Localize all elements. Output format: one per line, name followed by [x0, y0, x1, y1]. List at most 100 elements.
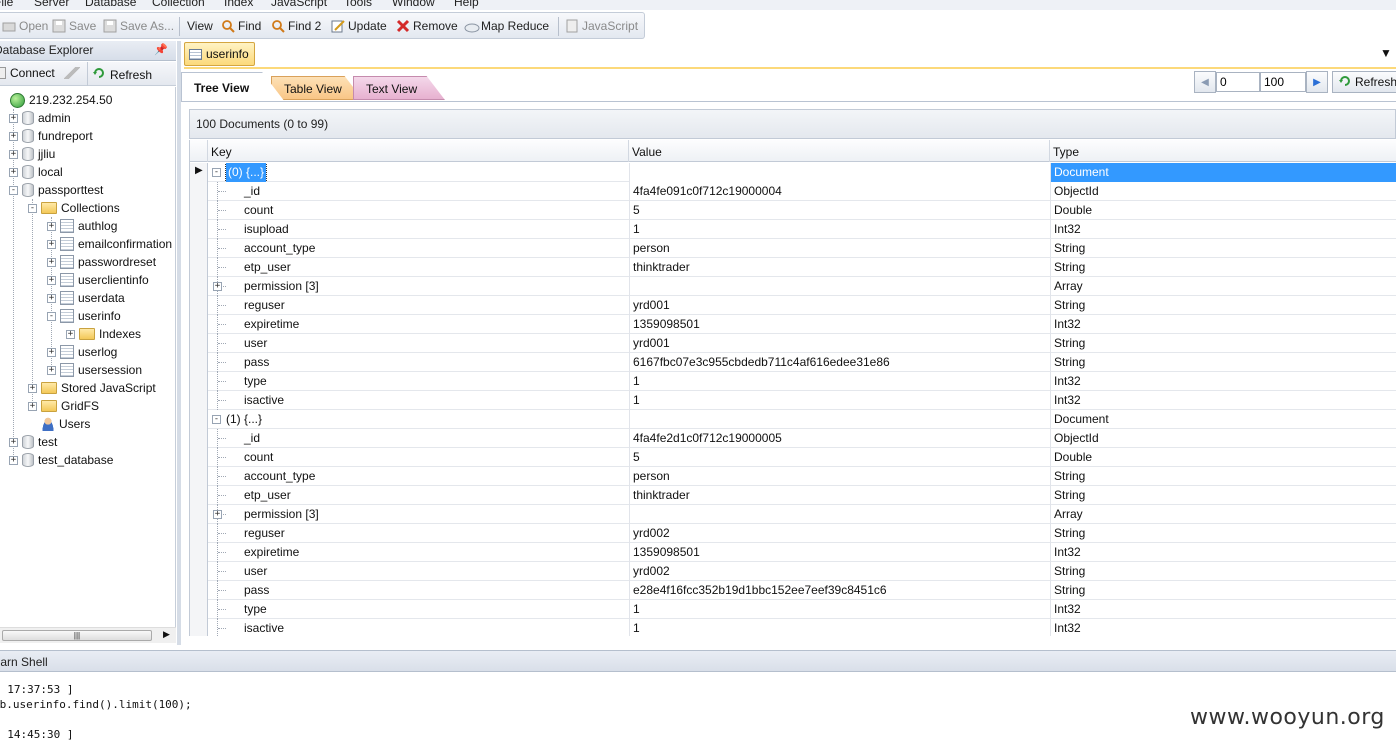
collection-node-usersession[interactable]: + usersession [47, 361, 142, 379]
value-cell[interactable]: e28e4f16fcc352b19d1bbc152ee7eef39c8451c6 [629, 581, 1050, 600]
find2-button[interactable]: Find 2 [271, 17, 321, 35]
panel-splitter[interactable] [177, 41, 181, 645]
type-cell[interactable]: Array [1050, 505, 1396, 524]
value-cell[interactable]: 1359098501 [629, 543, 1050, 562]
value-cell[interactable]: yrd002 [629, 562, 1050, 581]
key-cell[interactable]: isupload [208, 220, 629, 239]
map-reduce-button[interactable]: Map Reduce [464, 17, 549, 35]
tab-tree-view[interactable]: Tree View [181, 72, 285, 102]
row-header[interactable] [190, 277, 208, 296]
value-cell[interactable]: 1 [629, 391, 1050, 410]
table-row[interactable]: pass 6167fbc07e3c955cbdedb711c4af616edee3… [190, 353, 1396, 372]
key-cell[interactable]: expiretime [208, 543, 629, 562]
table-row[interactable]: isactive 1 Int32 [190, 391, 1396, 410]
type-cell[interactable]: Double [1050, 448, 1396, 467]
users-node[interactable]: Users [41, 415, 90, 433]
key-cell[interactable]: account_type [208, 239, 629, 258]
collapse-icon[interactable]: - [212, 168, 221, 177]
table-row[interactable]: _id 4fa4fe091c0f712c19000004 ObjectId [190, 182, 1396, 201]
expand-icon[interactable]: + [47, 365, 56, 375]
gridfs-folder[interactable]: + GridFS [28, 397, 99, 415]
row-header[interactable] [190, 182, 208, 201]
type-cell[interactable]: Int32 [1050, 220, 1396, 239]
row-header[interactable] [190, 562, 208, 581]
table-row[interactable]: + permission [3] Array [190, 505, 1396, 524]
collection-node-authlog[interactable]: + authlog [47, 217, 117, 235]
value-cell[interactable]: yrd002 [629, 524, 1050, 543]
column-value[interactable]: Value [629, 140, 1050, 162]
table-row[interactable]: _id 4fa4fe2d1c0f712c19000005 ObjectId [190, 429, 1396, 448]
menu-javascript[interactable]: JavaScript [271, 0, 327, 9]
key-cell[interactable]: expiretime [208, 315, 629, 334]
value-cell[interactable]: 1 [629, 220, 1050, 239]
row-header[interactable] [190, 467, 208, 486]
type-cell[interactable]: String [1050, 353, 1396, 372]
expand-icon[interactable]: + [47, 275, 56, 285]
table-row[interactable]: user yrd001 String [190, 334, 1396, 353]
stored-javascript-folder[interactable]: + Stored JavaScript [28, 379, 156, 397]
table-row[interactable]: expiretime 1359098501 Int32 [190, 543, 1396, 562]
value-cell[interactable] [629, 277, 1050, 296]
table-row[interactable]: count 5 Double [190, 201, 1396, 220]
table-row[interactable]: reguser yrd002 String [190, 524, 1396, 543]
value-cell[interactable]: 4fa4fe091c0f712c19000004 [629, 182, 1050, 201]
row-header[interactable] [190, 315, 208, 334]
pin-icon[interactable]: 📌 [154, 41, 168, 60]
db-node-local[interactable]: + local [9, 163, 63, 181]
type-cell[interactable]: Document [1050, 163, 1396, 182]
value-cell[interactable]: person [629, 239, 1050, 258]
table-row[interactable]: type 1 Int32 [190, 600, 1396, 619]
collapse-icon[interactable]: - [9, 185, 18, 195]
row-header[interactable] [190, 600, 208, 619]
db-node-test[interactable]: + test [9, 433, 57, 451]
value-cell[interactable]: thinktrader [629, 486, 1050, 505]
type-cell[interactable]: Double [1050, 201, 1396, 220]
type-cell[interactable]: Int32 [1050, 600, 1396, 619]
expand-icon[interactable]: + [9, 113, 18, 123]
key-cell[interactable]: reguser [208, 296, 629, 315]
key-cell[interactable]: count [208, 448, 629, 467]
expand-icon[interactable]: + [47, 293, 56, 303]
table-row[interactable]: ▶ - (0) {...} Document [190, 163, 1396, 182]
expand-icon[interactable]: + [213, 282, 222, 291]
db-node-jjliu[interactable]: + jjliu [9, 145, 55, 163]
row-header[interactable] [190, 201, 208, 220]
type-cell[interactable]: String [1050, 296, 1396, 315]
value-cell[interactable] [629, 505, 1050, 524]
type-cell[interactable]: String [1050, 258, 1396, 277]
key-cell[interactable]: user [208, 562, 629, 581]
menu-file[interactable]: File [0, 0, 13, 9]
table-row[interactable]: + permission [3] Array [190, 277, 1396, 296]
row-header[interactable] [190, 239, 208, 258]
column-key[interactable]: Key [208, 140, 629, 162]
tab-text-view[interactable]: Text View [353, 76, 445, 100]
table-row[interactable]: user yrd002 String [190, 562, 1396, 581]
collection-node-userlog[interactable]: + userlog [47, 343, 117, 361]
row-header[interactable] [190, 334, 208, 353]
type-cell[interactable]: Int32 [1050, 391, 1396, 410]
type-cell[interactable]: Int32 [1050, 619, 1396, 636]
row-header[interactable] [190, 448, 208, 467]
expand-icon[interactable]: + [213, 510, 222, 519]
row-header[interactable] [190, 258, 208, 277]
menu-tools[interactable]: Tools [344, 0, 372, 9]
table-row[interactable]: expiretime 1359098501 Int32 [190, 315, 1396, 334]
type-cell[interactable]: Int32 [1050, 372, 1396, 391]
collection-node-passwordreset[interactable]: + passwordreset [47, 253, 156, 271]
row-header[interactable]: ▶ [190, 163, 208, 182]
db-node-fundreport[interactable]: + fundreport [9, 127, 93, 145]
expand-icon[interactable]: + [47, 257, 56, 267]
key-cell[interactable]: + permission [3] [208, 505, 629, 524]
value-cell[interactable]: yrd001 [629, 334, 1050, 353]
db-node-test-database[interactable]: + test_database [9, 451, 113, 469]
menu-collection[interactable]: Collection [152, 0, 205, 9]
server-node[interactable]: 219.232.254.50 [0, 91, 112, 109]
shell-output[interactable]: [ 17:37:53 ] db.userinfo.find().limit(10… [0, 673, 1396, 746]
indexes-folder[interactable]: + Indexes [66, 325, 141, 343]
value-cell[interactable]: thinktrader [629, 258, 1050, 277]
type-cell[interactable]: Array [1050, 277, 1396, 296]
open-button[interactable]: Open [2, 17, 48, 35]
type-cell[interactable]: Int32 [1050, 543, 1396, 562]
update-button[interactable]: Update [331, 17, 387, 35]
row-header[interactable] [190, 220, 208, 239]
